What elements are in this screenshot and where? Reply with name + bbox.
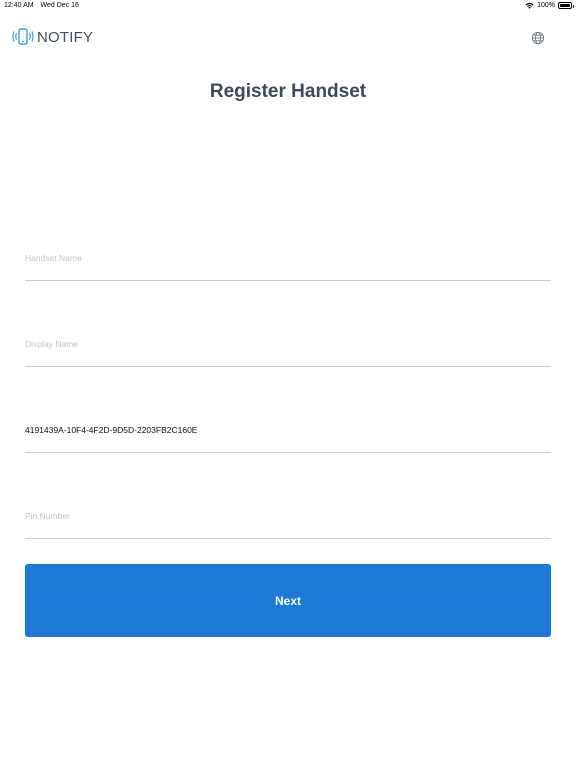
display-name-field bbox=[25, 327, 551, 367]
battery-percent: 100% bbox=[537, 2, 555, 9]
handset-name-field bbox=[25, 241, 551, 281]
status-date: Wed Dec 16 bbox=[40, 2, 79, 9]
logo-text: NOTIFY bbox=[37, 28, 94, 46]
status-indicators: 100% bbox=[525, 2, 574, 9]
battery-icon bbox=[558, 2, 574, 9]
device-id-field bbox=[25, 413, 551, 453]
pin-number-input[interactable] bbox=[25, 499, 551, 533]
display-name-input[interactable] bbox=[25, 327, 551, 361]
status-bar: 12:40 AM Wed Dec 16 100% bbox=[0, 0, 576, 13]
battery-fill bbox=[560, 4, 570, 7]
pin-number-field bbox=[25, 499, 551, 539]
device-id-input[interactable] bbox=[25, 413, 551, 447]
status-time-date: 12:40 AM Wed Dec 16 bbox=[4, 2, 79, 9]
register-handset-screen: 12:40 AM Wed Dec 16 100% NOTIFY Register… bbox=[0, 0, 576, 768]
globe-icon bbox=[531, 31, 545, 45]
wifi-icon bbox=[525, 3, 534, 9]
status-time: 12:40 AM bbox=[4, 2, 34, 9]
handset-name-input[interactable] bbox=[25, 241, 551, 275]
language-button[interactable] bbox=[530, 30, 546, 46]
phone-vibrate-icon bbox=[12, 28, 34, 45]
page-title: Register Handset bbox=[209, 81, 367, 102]
next-button[interactable]: Next bbox=[25, 564, 551, 637]
notify-logo: NOTIFY bbox=[12, 27, 93, 47]
